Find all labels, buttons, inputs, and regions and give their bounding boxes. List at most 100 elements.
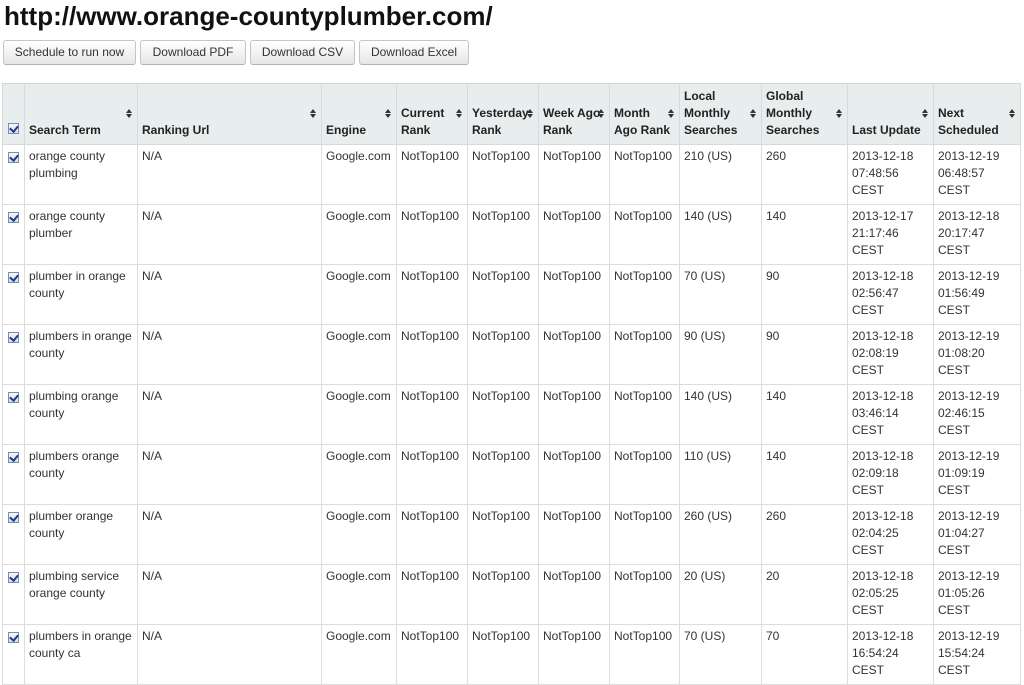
table-header-row: Search Term Ranking Url Engine Current R… [2, 83, 1021, 145]
row-checkbox[interactable] [8, 152, 19, 163]
download-excel-button[interactable]: Download Excel [359, 40, 469, 65]
sort-icon[interactable] [598, 109, 604, 118]
sort-icon[interactable] [668, 109, 674, 118]
engine-cell: Google.com [321, 504, 397, 565]
sort-icon[interactable] [527, 109, 533, 118]
column-header-engine[interactable]: Engine [321, 83, 397, 145]
column-header-label: Week Ago Rank [543, 106, 601, 137]
column-header-global-monthly-searches[interactable]: Global Monthly Searches [761, 83, 848, 145]
local-monthly-searches-cell: 140 (US) [679, 204, 762, 265]
schedule-run-button[interactable]: Schedule to run now [3, 40, 136, 65]
column-header-next-scheduled[interactable]: Next Scheduled [933, 83, 1021, 145]
column-header-ranking-url[interactable]: Ranking Url [137, 83, 322, 145]
column-header-label: Month Ago Rank [614, 106, 671, 137]
column-header-month-ago-rank[interactable]: Month Ago Rank [609, 83, 680, 145]
row-select-cell [2, 624, 25, 685]
next-scheduled-cell: 2013-12-19 15:54:24 CEST [933, 624, 1021, 685]
row-checkbox[interactable] [8, 212, 19, 223]
row-checkbox[interactable] [8, 272, 19, 283]
next-scheduled-cell: 2013-12-19 06:48:57 CEST [933, 144, 1021, 205]
month-ago-rank-cell: NotTop100 [609, 324, 680, 385]
ranking-url-cell: N/A [137, 624, 322, 685]
row-select-cell [2, 444, 25, 505]
sort-icon[interactable] [922, 109, 928, 118]
row-checkbox[interactable] [8, 572, 19, 583]
last-update-cell: 2013-12-18 03:46:14 CEST [847, 384, 934, 445]
search-term-cell: plumbers orange county [24, 444, 138, 505]
table-row: plumbers in orange county ca N/A Google.co… [2, 624, 1021, 685]
yesterday-rank-cell: NotTop100 [467, 624, 539, 685]
row-checkbox[interactable] [8, 332, 19, 343]
current-rank-cell: NotTop100 [396, 324, 468, 385]
current-rank-cell: NotTop100 [396, 504, 468, 565]
engine-cell: Google.com [321, 144, 397, 205]
sort-icon[interactable] [126, 109, 132, 118]
month-ago-rank-cell: NotTop100 [609, 144, 680, 205]
last-update-cell: 2013-12-18 02:04:25 CEST [847, 504, 934, 565]
download-csv-button[interactable]: Download CSV [250, 40, 355, 65]
current-rank-cell: NotTop100 [396, 144, 468, 205]
global-monthly-searches-cell: 260 [761, 504, 848, 565]
row-checkbox[interactable] [8, 452, 19, 463]
ranking-url-cell: N/A [137, 264, 322, 325]
table-row: plumber orange county N/A Google.com NotTop… [2, 504, 1021, 565]
sort-icon[interactable] [750, 109, 756, 118]
column-header-label: Next Scheduled [938, 106, 999, 137]
ranking-url-cell: N/A [137, 144, 322, 205]
table-body: orange county plumbing N/A Google.com NotTo… [2, 144, 1021, 685]
engine-cell: Google.com [321, 264, 397, 325]
month-ago-rank-cell: NotTop100 [609, 384, 680, 445]
row-select-cell [2, 324, 25, 385]
local-monthly-searches-cell: 90 (US) [679, 324, 762, 385]
last-update-cell: 2013-12-18 07:48:56 CEST [847, 144, 934, 205]
yesterday-rank-cell: NotTop100 [467, 204, 539, 265]
table-row: plumbers in orange county N/A Google.com No… [2, 324, 1021, 385]
column-header-current-rank[interactable]: Current Rank [396, 83, 468, 145]
search-term-cell: orange county plumbing [24, 144, 138, 205]
search-term-cell: plumbing orange county [24, 384, 138, 445]
column-header-last-update[interactable]: Last Update [847, 83, 934, 145]
row-checkbox[interactable] [8, 632, 19, 643]
month-ago-rank-cell: NotTop100 [609, 444, 680, 505]
table-row: plumber in orange county N/A Google.com Not… [2, 264, 1021, 325]
local-monthly-searches-cell: 140 (US) [679, 384, 762, 445]
global-monthly-searches-cell: 90 [761, 264, 848, 325]
column-header-label: Last Update [852, 123, 921, 137]
row-select-cell [2, 564, 25, 625]
yesterday-rank-cell: NotTop100 [467, 444, 539, 505]
select-all-checkbox[interactable] [8, 123, 19, 134]
column-header-label: Current Rank [401, 106, 445, 137]
yesterday-rank-cell: NotTop100 [467, 564, 539, 625]
yesterday-rank-cell: NotTop100 [467, 144, 539, 205]
table-row: plumbers orange county N/A Google.com NotTo… [2, 444, 1021, 505]
local-monthly-searches-cell: 20 (US) [679, 564, 762, 625]
download-pdf-button[interactable]: Download PDF [140, 40, 246, 65]
table-row: plumbing orange county N/A Google.com NotTo… [2, 384, 1021, 445]
next-scheduled-cell: 2013-12-19 01:09:19 CEST [933, 444, 1021, 505]
global-monthly-searches-cell: 140 [761, 444, 848, 505]
column-header-label: Local Monthly Searches [684, 89, 738, 137]
current-rank-cell: NotTop100 [396, 564, 468, 625]
sort-icon[interactable] [310, 109, 316, 118]
column-header-search-term[interactable]: Search Term [24, 83, 138, 145]
week-ago-rank-cell: NotTop100 [538, 564, 610, 625]
row-checkbox[interactable] [8, 512, 19, 523]
ranking-url-cell: N/A [137, 384, 322, 445]
sort-icon[interactable] [836, 109, 842, 118]
yesterday-rank-cell: NotTop100 [467, 504, 539, 565]
column-header-local-monthly-searches[interactable]: Local Monthly Searches [679, 83, 762, 145]
last-update-cell: 2013-12-18 02:09:18 CEST [847, 444, 934, 505]
column-header-label: Global Monthly Searches [766, 89, 820, 137]
row-select-cell [2, 204, 25, 265]
sort-icon[interactable] [385, 109, 391, 118]
table-row: orange county plumbing N/A Google.com NotTo… [2, 144, 1021, 205]
next-scheduled-cell: 2013-12-19 01:56:49 CEST [933, 264, 1021, 325]
column-header-week-ago-rank[interactable]: Week Ago Rank [538, 83, 610, 145]
row-checkbox[interactable] [8, 392, 19, 403]
sort-icon[interactable] [1009, 109, 1015, 118]
sort-icon[interactable] [456, 109, 462, 118]
last-update-cell: 2013-12-18 02:08:19 CEST [847, 324, 934, 385]
rankings-table: Search Term Ranking Url Engine Current R… [2, 83, 1021, 685]
month-ago-rank-cell: NotTop100 [609, 264, 680, 325]
column-header-yesterday-rank[interactable]: Yesterday Rank [467, 83, 539, 145]
